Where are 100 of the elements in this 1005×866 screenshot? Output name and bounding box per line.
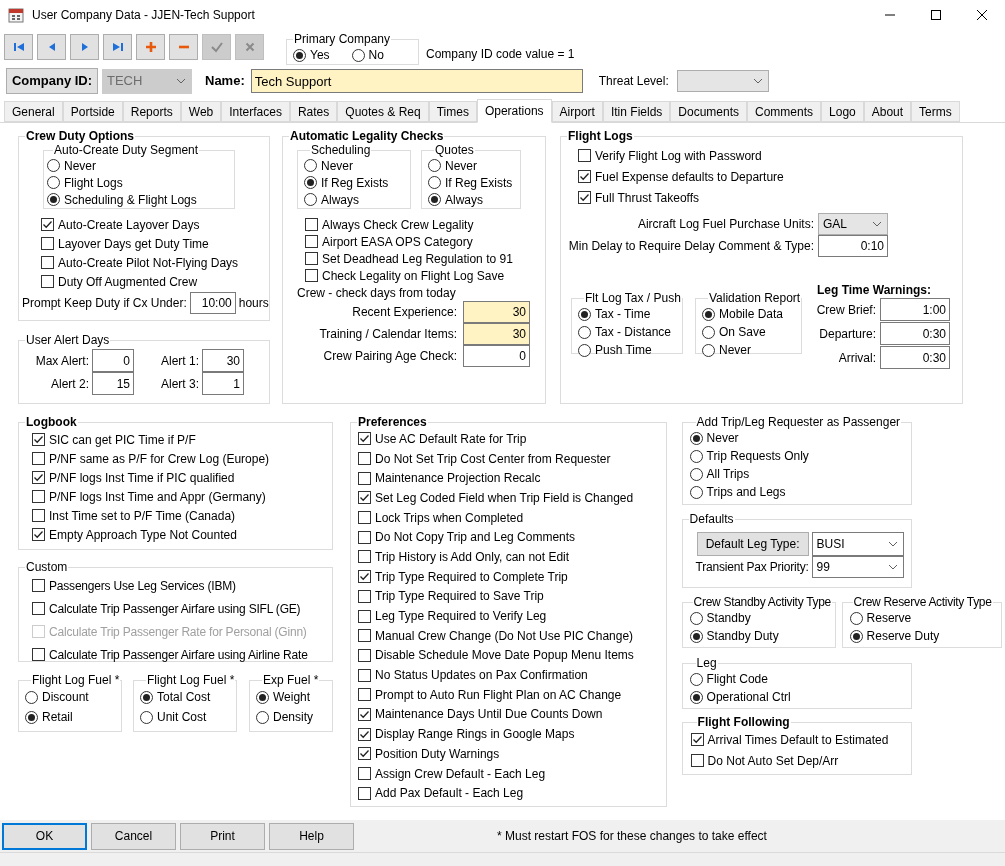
radio-button[interactable] <box>689 629 703 643</box>
checkbox[interactable] <box>358 432 371 446</box>
radio-button[interactable] <box>702 307 715 321</box>
radio-button[interactable] <box>689 431 703 445</box>
input-field[interactable]: 30 <box>463 323 530 345</box>
checkbox[interactable] <box>32 648 45 661</box>
tab[interactable]: Interfaces <box>221 101 290 122</box>
default-leg-type-button[interactable]: Default Leg Type: <box>696 532 809 556</box>
radio-button[interactable] <box>849 611 863 625</box>
radio-button[interactable] <box>689 467 703 481</box>
radio-button[interactable] <box>25 690 38 704</box>
radio-button[interactable] <box>428 176 441 189</box>
checkbox[interactable] <box>358 530 371 544</box>
checkbox[interactable] <box>41 256 54 269</box>
radio-button[interactable] <box>578 343 591 357</box>
checkbox[interactable] <box>305 218 318 231</box>
checkbox[interactable] <box>32 471 45 484</box>
input-field[interactable]: 30 <box>202 349 244 372</box>
delete-record-button[interactable] <box>169 34 198 60</box>
radio-button[interactable] <box>578 325 591 339</box>
tab[interactable]: Portside <box>62 101 123 122</box>
tab[interactable]: Itin Fields <box>602 101 671 122</box>
checkbox[interactable] <box>358 707 371 721</box>
checkbox[interactable] <box>358 491 371 505</box>
footer-button[interactable]: Help <box>269 822 354 850</box>
checkbox[interactable] <box>358 550 371 564</box>
input-field[interactable]: 1 <box>202 372 244 395</box>
dropdown[interactable]: GAL <box>818 213 888 235</box>
checkbox[interactable] <box>32 452 45 465</box>
tab[interactable]: Quotes & Req <box>337 101 429 122</box>
checkbox[interactable] <box>358 688 371 702</box>
checkbox[interactable] <box>690 733 704 746</box>
checkbox[interactable] <box>305 235 318 248</box>
input-field[interactable]: 10:00 <box>189 292 236 314</box>
radio-button[interactable] <box>428 159 441 172</box>
checkbox[interactable] <box>358 767 371 781</box>
checkbox[interactable] <box>32 602 45 615</box>
checkbox[interactable] <box>358 589 371 603</box>
add-record-button[interactable] <box>136 34 165 60</box>
checkbox[interactable] <box>41 218 54 231</box>
radio-button[interactable] <box>47 159 60 172</box>
checkbox[interactable] <box>41 237 54 250</box>
radio-button[interactable] <box>47 176 60 189</box>
checkbox[interactable] <box>32 490 45 503</box>
input-field[interactable]: 0 <box>92 349 134 372</box>
checkbox[interactable] <box>305 269 318 282</box>
radio-button[interactable] <box>47 193 60 206</box>
tab[interactable]: About <box>863 101 912 122</box>
radio-button[interactable] <box>578 307 591 321</box>
tab[interactable]: Logo <box>821 101 864 122</box>
radio-button[interactable] <box>689 485 703 499</box>
first-record-button[interactable] <box>4 34 33 60</box>
footer-button[interactable]: Cancel <box>91 822 176 850</box>
tab[interactable]: Times <box>428 101 477 122</box>
tab[interactable]: Rates <box>289 101 338 122</box>
dropdown[interactable]: 99 <box>811 556 904 578</box>
checkbox[interactable] <box>578 149 591 162</box>
radio-button[interactable] <box>140 710 153 724</box>
checkbox[interactable] <box>358 471 371 485</box>
checkbox[interactable] <box>358 511 371 525</box>
radio-button[interactable] <box>689 611 703 625</box>
radio-button[interactable] <box>304 159 317 172</box>
tab[interactable]: Operations <box>476 99 552 123</box>
checkbox[interactable] <box>578 191 591 204</box>
checkbox[interactable] <box>305 252 318 265</box>
tab[interactable]: Comments <box>747 101 822 122</box>
radio-button[interactable] <box>140 690 153 704</box>
checkbox[interactable] <box>32 579 45 592</box>
checkbox[interactable] <box>358 452 371 466</box>
tab[interactable]: General <box>4 101 63 122</box>
input-field[interactable]: 0 <box>463 345 530 367</box>
tab[interactable]: Web <box>180 101 222 122</box>
checkbox[interactable] <box>358 629 371 643</box>
input-field[interactable]: 0:10 <box>818 235 888 257</box>
checkbox[interactable] <box>32 528 45 541</box>
footer-button[interactable]: OK <box>2 822 87 850</box>
checkbox[interactable] <box>358 747 371 761</box>
input-field[interactable]: Tech Support <box>250 69 583 93</box>
checkbox[interactable] <box>358 648 371 662</box>
last-record-button[interactable] <box>103 34 132 60</box>
checkbox[interactable] <box>690 754 704 767</box>
radio-button[interactable] <box>304 193 317 206</box>
tab[interactable]: Reports <box>122 101 181 122</box>
checkbox[interactable] <box>32 433 45 446</box>
tab[interactable]: Terms <box>911 101 960 122</box>
input-field[interactable]: 15 <box>92 372 134 395</box>
radio-button[interactable] <box>351 48 365 62</box>
radio-button[interactable] <box>849 629 863 643</box>
radio-button[interactable] <box>304 176 317 189</box>
input-field[interactable]: 1:00 <box>880 298 950 321</box>
checkbox[interactable] <box>41 275 54 288</box>
tab[interactable]: Documents <box>670 101 747 122</box>
previous-record-button[interactable] <box>37 34 66 60</box>
radio-button[interactable] <box>689 690 703 704</box>
radio-button[interactable] <box>293 48 306 62</box>
checkbox[interactable] <box>358 570 371 584</box>
checkbox[interactable] <box>358 786 371 800</box>
checkbox[interactable] <box>358 609 371 623</box>
input-field[interactable]: 30 <box>463 301 530 323</box>
radio-button[interactable] <box>702 325 715 339</box>
